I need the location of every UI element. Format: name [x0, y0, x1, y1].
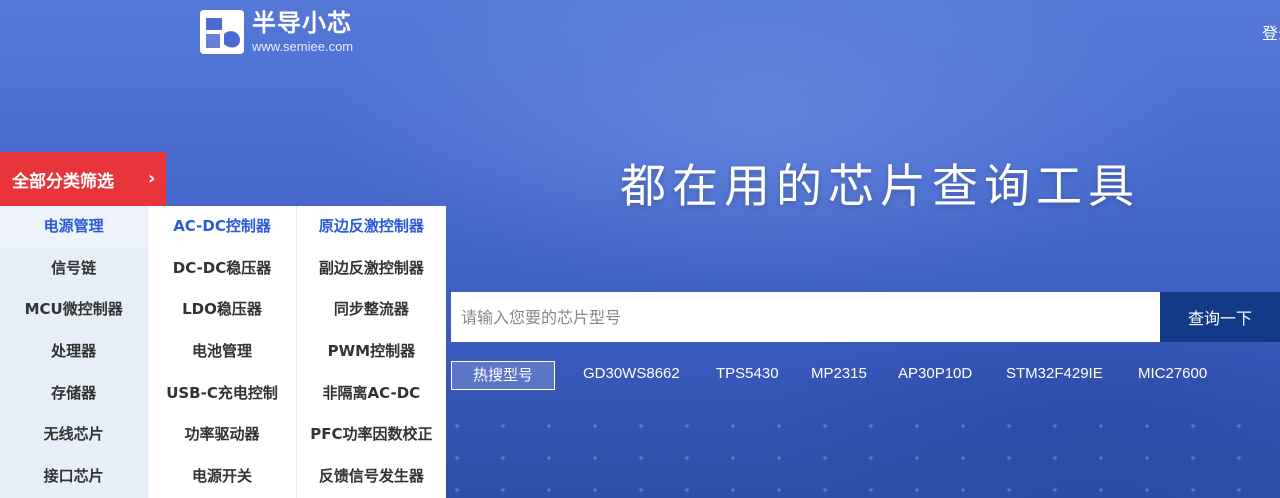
category-item-power-driver[interactable]: 功率驱动器 — [148, 414, 295, 456]
hero-title: 都在用的芯片查询工具 — [620, 159, 1140, 213]
category-item-battery-management[interactable]: 电池管理 — [148, 331, 295, 373]
category-grid: 电源管理 信号链 MCU微控制器 处理器 存储器 无线芯片 接口芯片 AC-DC… — [0, 206, 447, 498]
category-item-non-isolated-ac-dc[interactable]: 非隔离AC-DC — [297, 373, 446, 415]
category-item-pwm-controller[interactable]: PWM控制器 — [297, 331, 446, 373]
hot-search-item[interactable]: STM32F429IE — [1006, 365, 1138, 382]
category-item-wireless[interactable]: 无线芯片 — [0, 414, 147, 456]
category-item-feedback-generator[interactable]: 反馈信号发生器 — [297, 456, 446, 498]
category-item-power-switch[interactable]: 电源开关 — [148, 456, 295, 498]
logo-url: www.semiee.com — [252, 39, 354, 54]
category-item-processor[interactable]: 处理器 — [0, 331, 147, 373]
category-item-sync-rectifier[interactable]: 同步整流器 — [297, 289, 446, 331]
logo-name: 半导小芯 — [252, 9, 352, 37]
category-item-interface[interactable]: 接口芯片 — [0, 456, 147, 498]
category-column-secondary: AC-DC控制器 DC-DC稳压器 LDO稳压器 电池管理 USB-C充电控制 … — [147, 206, 296, 498]
all-categories-label: 全部分类筛选 — [12, 171, 114, 192]
hot-search-label: 热搜型号 — [451, 361, 555, 390]
category-item-pfc[interactable]: PFC功率因数校正 — [297, 414, 446, 456]
site-logo[interactable]: 半导小芯 www.semiee.com — [200, 10, 353, 54]
background-dots — [450, 400, 1280, 498]
chevron-right-icon: › — [148, 168, 156, 189]
category-item-primary-flyback[interactable]: 原边反激控制器 — [297, 206, 446, 248]
logo-text: 半导小芯 www.semiee.com — [252, 11, 353, 53]
category-item-secondary-flyback[interactable]: 副边反激控制器 — [297, 248, 446, 290]
category-item-memory[interactable]: 存储器 — [0, 373, 147, 415]
hot-search-item[interactable]: AP30P10D — [898, 365, 1006, 382]
hot-search-item[interactable]: TPS5430 — [716, 365, 811, 382]
category-item-ldo-regulator[interactable]: LDO稳压器 — [148, 289, 295, 331]
category-item-usb-c-charging[interactable]: USB-C充电控制 — [148, 373, 295, 415]
category-item-ac-dc-controller[interactable]: AC-DC控制器 — [148, 206, 295, 248]
hot-search-item[interactable]: MIC27600 — [1138, 365, 1207, 382]
chip-logo-icon — [200, 10, 244, 54]
category-item-signal-chain[interactable]: 信号链 — [0, 248, 147, 290]
hot-search-item[interactable]: MP2315 — [811, 365, 898, 382]
login-link[interactable]: 登录 — [1262, 20, 1280, 44]
category-item-dc-dc-regulator[interactable]: DC-DC稳压器 — [148, 248, 295, 290]
hot-search-item[interactable]: GD30WS8662 — [583, 365, 716, 382]
all-categories-filter[interactable]: 全部分类筛选 › — [0, 152, 166, 206]
category-item-power-management[interactable]: 电源管理 — [0, 206, 148, 248]
category-item-mcu[interactable]: MCU微控制器 — [0, 289, 147, 331]
search-input[interactable] — [451, 292, 1160, 342]
search-button[interactable]: 查询一下 — [1160, 292, 1280, 342]
hot-search-list: GD30WS8662 TPS5430 MP2315 AP30P10D STM32… — [583, 365, 1207, 382]
category-column-tertiary: 原边反激控制器 副边反激控制器 同步整流器 PWM控制器 非隔离AC-DC PF… — [295, 206, 447, 498]
category-column-primary: 电源管理 信号链 MCU微控制器 处理器 存储器 无线芯片 接口芯片 — [0, 206, 148, 498]
